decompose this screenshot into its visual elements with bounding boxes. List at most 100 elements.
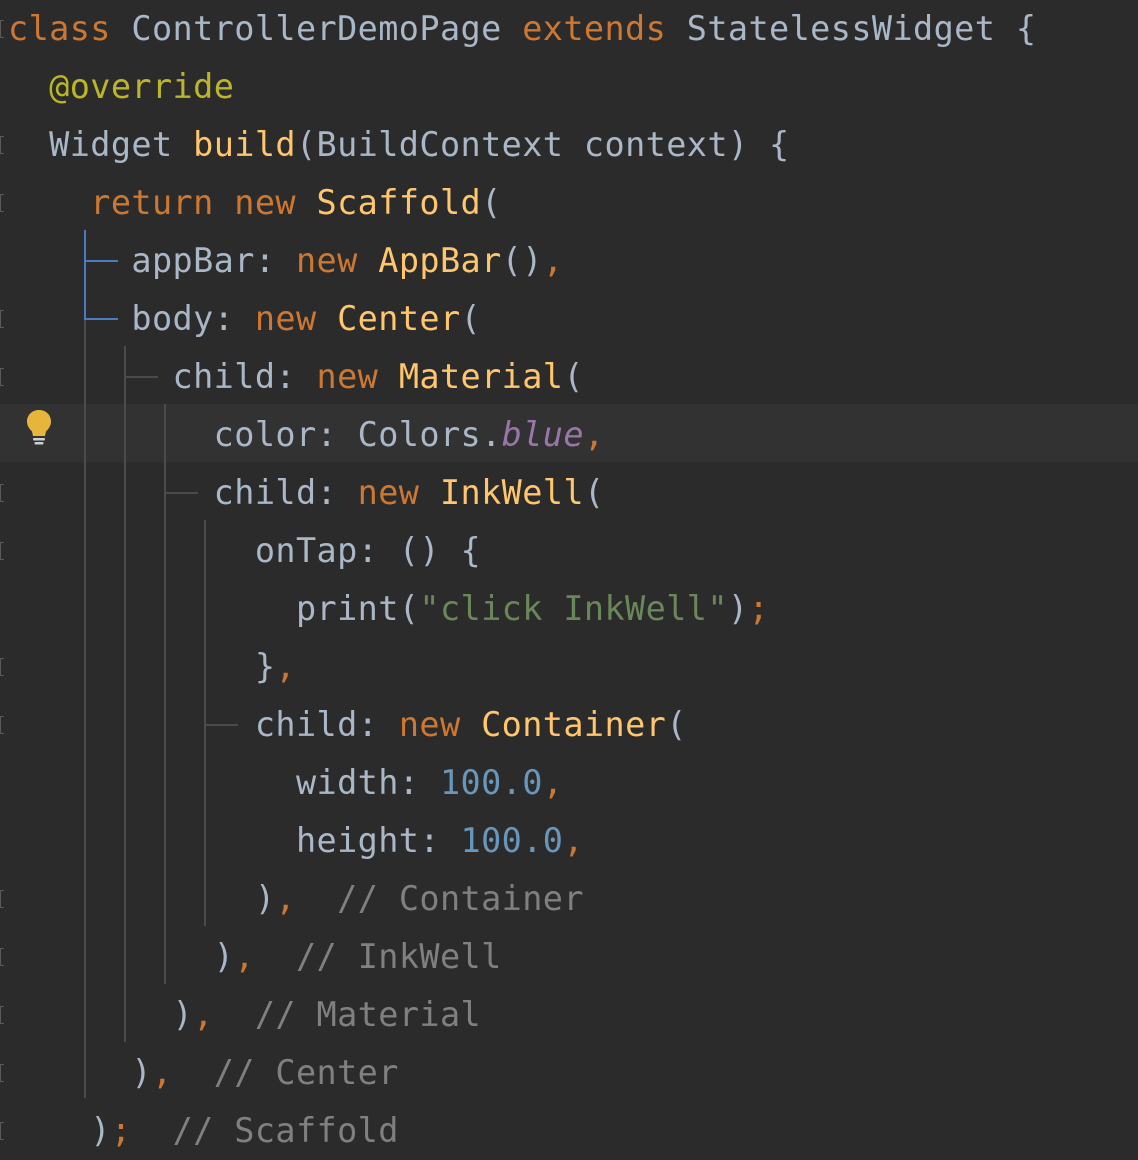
code-line[interactable]: child: new InkWell( — [8, 464, 605, 522]
code-token: ( — [460, 299, 482, 338]
code-token: height: — [8, 821, 461, 860]
code-token: new — [254, 299, 338, 338]
fold-marker-icon[interactable] — [0, 368, 4, 386]
code-token: (BuildContext context) { — [295, 125, 790, 164]
code-token: InkWell — [439, 473, 584, 512]
code-token: extends — [522, 9, 667, 48]
code-token: child: — [8, 705, 399, 744]
code-line[interactable]: print("click InkWell"); — [8, 580, 769, 638]
code-token: , — [563, 821, 584, 860]
code-line[interactable]: width: 100.0, — [8, 754, 563, 812]
code-token: Material — [398, 357, 564, 396]
code-token: // Material — [254, 995, 482, 1034]
code-token: // InkWell — [295, 937, 502, 976]
fold-marker-icon[interactable] — [0, 542, 4, 560]
code-line[interactable]: Widget build(BuildContext context) { — [8, 116, 790, 174]
code-token: body: — [8, 299, 255, 338]
code-token: , — [234, 937, 296, 976]
code-token: // Scaffold — [172, 1111, 399, 1150]
code-token: 100.0 — [439, 763, 543, 802]
fold-marker-icon[interactable] — [0, 1064, 4, 1082]
code-token: ControllerDemoPage — [110, 9, 523, 48]
code-line[interactable]: class ControllerDemoPage extends Statele… — [8, 0, 1036, 58]
code-token: class — [8, 9, 111, 48]
code-line[interactable]: ), // InkWell — [8, 928, 502, 986]
code-token: StatelessWidget { — [666, 9, 1037, 48]
code-token: , — [542, 763, 564, 802]
code-token: , — [151, 1053, 214, 1092]
code-token: new — [316, 357, 399, 396]
fold-marker-icon[interactable] — [0, 1122, 4, 1140]
code-token: AppBar — [378, 241, 502, 280]
code-token: 100.0 — [460, 821, 564, 860]
code-token: // Container — [337, 879, 584, 918]
code-line[interactable]: ), // Center — [8, 1044, 399, 1102]
code-line[interactable]: appBar: new AppBar(), — [8, 232, 563, 290]
code-token: , — [275, 879, 338, 918]
code-token: return new — [90, 183, 317, 222]
code-line[interactable]: height: 100.0, — [8, 812, 584, 870]
code-token: ( — [481, 183, 502, 222]
code-token: ( — [666, 705, 687, 744]
code-token: ) — [8, 1111, 111, 1150]
code-token: ) — [8, 1053, 152, 1092]
code-token: , — [193, 995, 255, 1034]
code-line[interactable]: }, — [8, 638, 296, 696]
code-line[interactable]: ), // Container — [8, 870, 584, 928]
code-token: new — [295, 241, 379, 280]
code-token: ( — [563, 357, 584, 396]
code-token: ) — [8, 995, 194, 1034]
code-line[interactable]: ); // Scaffold — [8, 1102, 399, 1160]
code-token: , — [275, 647, 296, 686]
code-token: ) — [727, 589, 749, 628]
fold-marker-icon[interactable] — [0, 658, 4, 676]
code-token: appBar: — [8, 241, 296, 280]
code-line[interactable]: ), // Material — [8, 986, 481, 1044]
code-token: "click InkWell" — [419, 589, 728, 628]
code-line[interactable]: @override — [8, 58, 234, 116]
code-editor[interactable]: class ControllerDemoPage extends Statele… — [0, 0, 1138, 1156]
code-token: , — [583, 415, 605, 454]
code-token: ; — [748, 589, 770, 628]
code-token: blue — [501, 415, 584, 454]
fold-marker-icon[interactable] — [0, 136, 4, 154]
fold-marker-icon[interactable] — [0, 310, 4, 328]
fold-marker-icon[interactable] — [0, 194, 4, 212]
code-token: } — [8, 647, 276, 686]
fold-marker-icon[interactable] — [0, 1006, 4, 1024]
code-line[interactable]: body: new Center( — [8, 290, 481, 348]
fold-marker-icon[interactable] — [0, 948, 4, 966]
code-token: build — [193, 125, 296, 164]
code-token: Scaffold — [316, 183, 482, 222]
code-token: color: Colors. — [8, 415, 502, 454]
code-token: ) — [8, 937, 235, 976]
fold-marker-icon[interactable] — [0, 890, 4, 908]
code-token: , — [542, 241, 564, 280]
code-line[interactable]: return new Scaffold( — [8, 174, 502, 232]
code-token: ; — [110, 1111, 173, 1150]
code-token: Widget — [8, 125, 194, 164]
fold-marker-icon[interactable] — [0, 716, 4, 734]
fold-marker-icon[interactable] — [0, 484, 4, 502]
code-token: () — [501, 241, 543, 280]
code-token: child: — [8, 357, 317, 396]
code-token: ( — [583, 473, 605, 512]
code-token: onTap: () { — [8, 531, 482, 570]
code-line[interactable]: child: new Material( — [8, 348, 584, 406]
code-token: @override — [49, 67, 235, 106]
code-token: child: — [8, 473, 358, 512]
code-token: Container — [481, 705, 667, 744]
fold-marker-icon[interactable] — [0, 20, 4, 38]
code-line[interactable]: onTap: () { — [8, 522, 481, 580]
code-token: new — [398, 705, 482, 744]
code-token: Center — [337, 299, 461, 338]
code-token: ) — [8, 879, 276, 918]
code-line[interactable]: child: new Container( — [8, 696, 687, 754]
code-token: new — [357, 473, 440, 512]
code-line[interactable]: color: Colors.blue, — [8, 406, 605, 464]
code-token: // Center — [213, 1053, 399, 1092]
code-token: print( — [8, 589, 420, 628]
code-token: width: — [8, 763, 440, 802]
